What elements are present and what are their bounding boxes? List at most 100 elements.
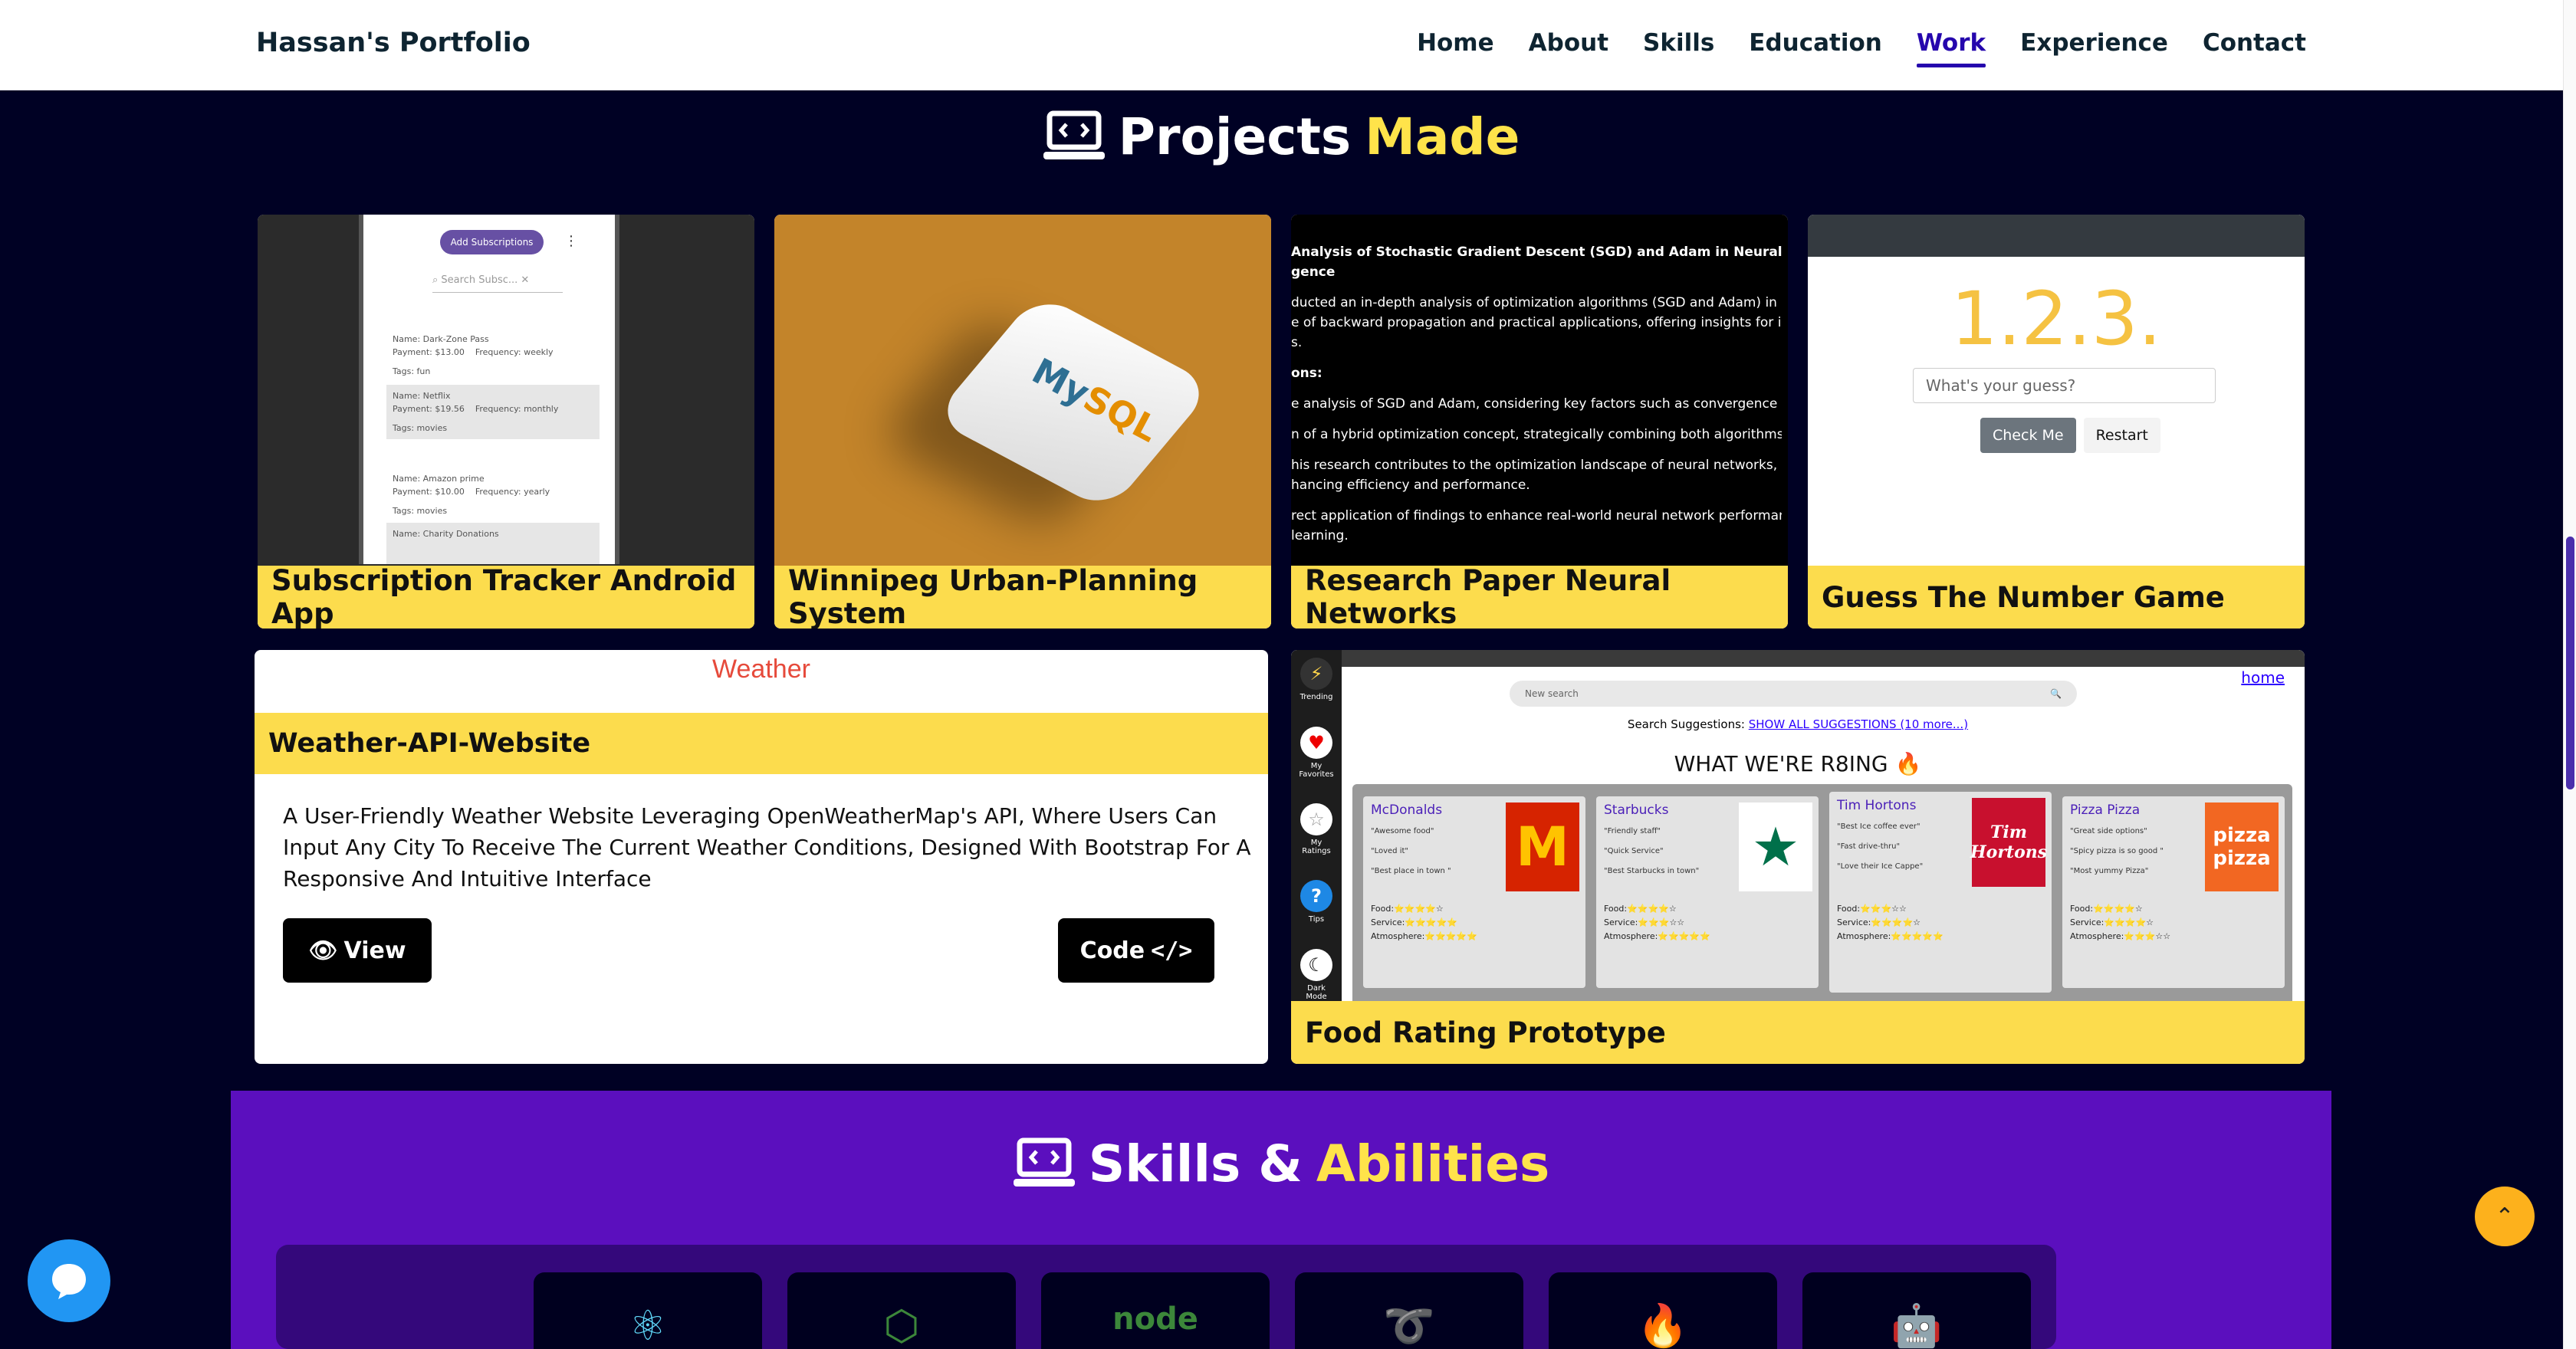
scrollbar-thumb[interactable]	[2566, 537, 2574, 789]
guess-buttons: Check Me Restart	[1980, 418, 2160, 453]
starbucks-logo: ★	[1739, 803, 1812, 891]
project-card-winnipeg[interactable]: MySQL Winnipeg Urban-Planning System	[774, 215, 1271, 629]
react-icon: ⚛	[629, 1301, 667, 1349]
nav-link-home[interactable]: Home	[1417, 29, 1494, 57]
lightning-icon: ⚡	[1300, 658, 1332, 690]
review-quote: "Awesome food"	[1371, 827, 1434, 835]
atmosphere-rating: Atmosphere:⭐⭐⭐⭐⭐	[1371, 931, 1477, 941]
nodejs-icon: ⬡	[883, 1301, 920, 1349]
skill-tile: ⬡	[787, 1272, 1016, 1349]
project-screenshot: ⚡ Trending ♥ My Favorites ☆ My Ratings ? Tip…	[1291, 650, 2305, 1001]
search-icon: ⌕	[432, 274, 442, 286]
review-quote: "Loved it"	[1371, 847, 1409, 855]
view-label: View	[343, 937, 406, 964]
restaurant-card: Tim Hortons "Best Ice coffee ever" "Fast…	[1829, 792, 2052, 993]
guess-input: What's your guess?	[1913, 368, 2216, 403]
laptop-code-icon	[1013, 1137, 1075, 1187]
eye-icon: 👁	[308, 937, 338, 964]
project-description: A User-Friendly Weather Website Leveragi…	[283, 803, 1251, 891]
service-rating: Service:⭐⭐⭐☆☆	[1604, 917, 1685, 927]
atmosphere-rating: Atmosphere:⭐⭐⭐⭐⭐	[1837, 931, 1944, 941]
brand-logo[interactable]: Hassan's Portfolio	[256, 28, 531, 58]
star-icon: ☆	[1300, 803, 1332, 835]
row-tags: Tags: movies	[393, 423, 448, 433]
review-quote: "Best place in town "	[1371, 867, 1451, 875]
moon-icon: ☾	[1300, 949, 1332, 981]
research-title-cont: gence	[1291, 264, 1336, 280]
chat-button[interactable]	[28, 1239, 110, 1322]
tips-item: ? Tips	[1299, 880, 1334, 924]
restaurant-card: McDonalds "Awesome food" "Loved it" "Bes…	[1363, 796, 1585, 988]
research-line: ducted an in-depth analysis of optimizat…	[1291, 295, 1782, 310]
food-rating: Food:⭐⭐⭐⭐☆	[1371, 904, 1444, 914]
review-quote: "Quick Service"	[1604, 847, 1664, 855]
code-button[interactable]: Code </>	[1058, 918, 1214, 983]
guess-topbar	[1808, 215, 2305, 257]
service-rating: Service:⭐⭐⭐⭐⭐	[1371, 917, 1457, 927]
nav-link-about[interactable]: About	[1529, 29, 1608, 57]
project-card-weather[interactable]: Weather Weather-API-Website A User-Frien…	[255, 650, 1268, 1064]
food-search: New search 🔍	[1510, 681, 2077, 707]
project-title: Food Rating Prototype	[1291, 1001, 2305, 1064]
nav-link-work[interactable]: Work	[1916, 29, 1986, 67]
code-icon: </>	[1151, 937, 1193, 964]
food-topbar	[1342, 650, 2305, 667]
row-name: Name: Charity Donations	[393, 529, 499, 539]
skill-tile: 🤖	[1802, 1272, 2031, 1349]
project-card-research[interactable]: Analysis of Stochastic Gradient Descent …	[1291, 215, 1788, 629]
search-field: ⌕ Search Subsc... ✕	[432, 270, 563, 293]
skill-tile: ⚛	[534, 1272, 762, 1349]
research-line: learning.	[1291, 528, 1349, 543]
project-screenshot: 1.2.3. What's your guess? Check Me Resta…	[1808, 215, 2305, 566]
list-item: Name: Charity Donations	[386, 523, 600, 564]
weather-app-title: Weather	[712, 655, 810, 684]
trending-item: ⚡ Trending	[1299, 658, 1334, 701]
nav-link-skills[interactable]: Skills	[1643, 29, 1714, 57]
search-placeholder: New search	[1525, 688, 1579, 699]
review-quote: "Love their Ice Cappe"	[1837, 862, 1924, 871]
project-card-guess[interactable]: 1.2.3. What's your guess? Check Me Resta…	[1808, 215, 2305, 629]
project-card-food[interactable]: ⚡ Trending ♥ My Favorites ☆ My Ratings ? Tip…	[1291, 650, 2305, 1064]
review-quote: "Friendly staff"	[1604, 827, 1661, 835]
laptop-code-icon	[1043, 110, 1105, 159]
project-title: Weather-API-Website	[255, 713, 1268, 774]
page-scrollbar[interactable]	[2563, 0, 2576, 1349]
firebase-icon: 🔥	[1637, 1301, 1689, 1349]
projects-heading-main: Projects	[1118, 107, 1352, 166]
review-quote: "Best Starbucks in town"	[1604, 867, 1700, 875]
sidebar-label: My Ratings	[1302, 839, 1331, 855]
service-rating: Service:⭐⭐⭐⭐☆	[1837, 917, 1921, 927]
restaurant-name: Starbucks	[1604, 803, 1669, 818]
view-button[interactable]: 👁 View	[283, 918, 432, 983]
research-line: n of a hybrid optimization concept, stra…	[1291, 427, 1782, 442]
nav-link-contact[interactable]: Contact	[2203, 29, 2306, 57]
skill-tile: ➰	[1295, 1272, 1523, 1349]
food-rating: Food:⭐⭐⭐⭐☆	[2070, 904, 2143, 914]
row-name: Name: Dark-Zone Pass	[393, 334, 489, 344]
chevron-up-icon: ⌃	[2495, 1203, 2515, 1230]
suggestions-link: SHOW ALL SUGGESTIONS (10 more...)	[1748, 717, 1969, 731]
guess-number-display: 1.2.3.	[1950, 276, 2162, 362]
list-item: Name: Dark-Zone Pass Payment: $13.00 Fre…	[386, 328, 600, 382]
restart-button: Restart	[2083, 418, 2160, 453]
list-item: Name: Netflix Payment: $19.56 Frequency:…	[386, 385, 600, 439]
nav-link-education[interactable]: Education	[1749, 29, 1882, 57]
project-screenshot: MySQL	[774, 215, 1271, 566]
review-quote: "Fast drive-thru"	[1837, 842, 1901, 851]
nav-link-experience[interactable]: Experience	[2020, 29, 2168, 57]
project-screenshot: Add Subscriptions ⋮ ⌕ Search Subsc... ✕ …	[258, 215, 754, 566]
skills-heading-accent: Abilities	[1316, 1134, 1550, 1193]
review-quote: "Great side options"	[2070, 827, 2147, 835]
atmosphere-rating: Atmosphere:⭐⭐⭐☆☆	[2070, 931, 2171, 941]
research-abstract: Analysis of Stochastic Gradient Descent …	[1291, 242, 1782, 556]
scroll-to-top-button[interactable]: ⌃	[2475, 1187, 2535, 1246]
service-rating: Service:⭐⭐⭐⭐☆	[2070, 917, 2154, 927]
project-title: Research Paper Neural Networks	[1291, 564, 1788, 629]
research-line: s.	[1291, 335, 1303, 350]
row-frequency: Frequency: weekly	[475, 347, 554, 357]
research-line: e analysis of SGD and Adam, considering …	[1291, 396, 1782, 412]
row-payment: Payment: $10.00	[393, 487, 465, 497]
project-card-subscription-tracker[interactable]: Add Subscriptions ⋮ ⌕ Search Subsc... ✕ …	[258, 215, 754, 629]
row-name: Name: Netflix	[393, 391, 451, 401]
node-icon: node	[1112, 1301, 1198, 1337]
